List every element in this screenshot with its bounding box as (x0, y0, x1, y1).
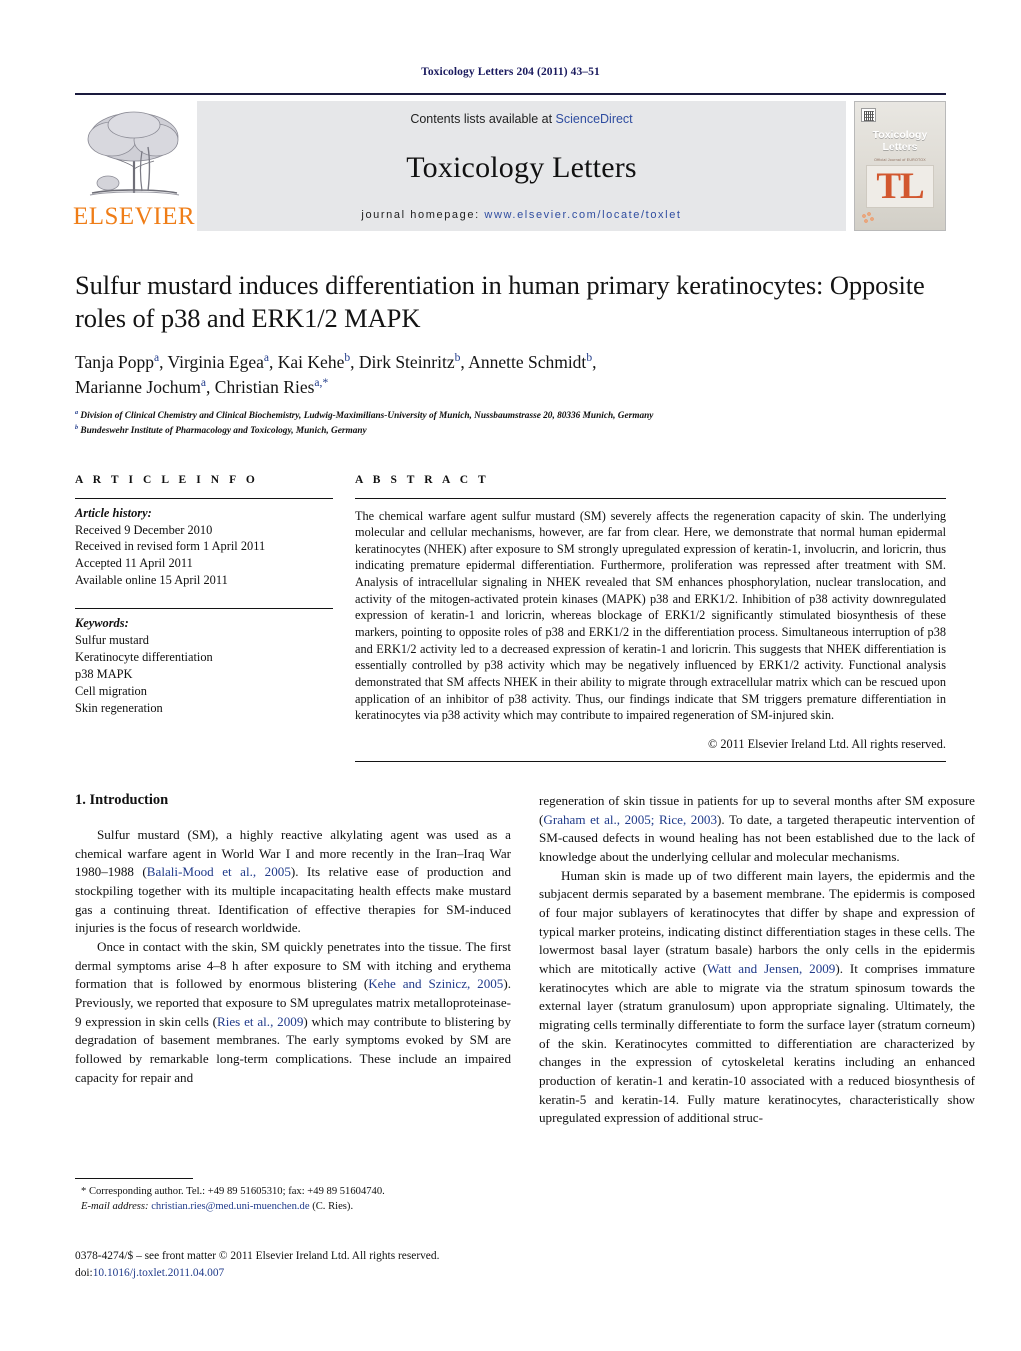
keyword-item: Cell migration (75, 684, 147, 699)
section-heading-introduction: 1. Introduction (75, 792, 169, 809)
elsevier-tree-icon (87, 111, 180, 196)
cover-logo-box: TL (866, 165, 934, 208)
body-column-left: 1. Introduction Sulfur mustard (SM), a h… (75, 792, 511, 1128)
cover-tl-logo: TL (876, 166, 924, 208)
affiliation-marker: b (454, 351, 461, 364)
journal-band: Contents lists available at ScienceDirec… (197, 101, 846, 231)
article-info-column: A R T I C L E I N F O Article history: R… (75, 474, 333, 763)
footnote-divider (75, 1178, 193, 1179)
abstract-text: The chemical warfare agent sulfur mustar… (355, 508, 946, 723)
keyword-item: p38 MAPK (75, 667, 133, 682)
citation-link[interactable]: Kehe and Szinicz, 2005 (368, 976, 503, 991)
footnotes: * Corresponding author. Tel.: +49 89 516… (75, 1178, 511, 1214)
info-abstract-section: A R T I C L E I N F O Article history: R… (75, 474, 946, 763)
keyword-item: Sulfur mustard (75, 633, 149, 648)
cover-footer-ornament (861, 212, 939, 224)
keyword-item: Skin regeneration (75, 701, 163, 716)
masthead: ELSEVIER Contents lists available at Sci… (72, 93, 946, 233)
author-line-2: Marianne Jochuma, Christian Riesa,* (75, 376, 329, 397)
journal-cover-thumbnail: Toxicology Letters Official Journal of E… (854, 101, 946, 231)
affiliation-marker: b (344, 351, 351, 364)
keywords-label: Keywords: (75, 616, 129, 631)
corresponding-author-note: * Corresponding author. Tel.: +49 89 516… (81, 1186, 385, 1197)
text-run: ). It comprises immature keratinocytes w… (539, 960, 975, 1126)
author-line-1: Tanja Poppa, Virginia Egeaa, Kai Keheb, … (75, 351, 597, 372)
elsevier-logo: ELSEVIER (72, 101, 196, 231)
issn-line: 0378-4274/$ – see front matter © 2011 El… (75, 1250, 440, 1262)
homepage-url-link[interactable]: www.elsevier.com/locate/toxlet (484, 209, 681, 221)
article-info-heading: A R T I C L E I N F O (75, 473, 259, 486)
email-link[interactable]: christian.ries@med.uni-muenchen.de (151, 1201, 309, 1212)
divider (355, 761, 946, 763)
text-run: Human skin is made up of two different m… (539, 867, 975, 976)
affiliation-b: b Bundeswehr Institute of Pharmacology a… (75, 424, 946, 439)
title-block: Sulfur mustard induces differentiation i… (75, 269, 946, 440)
citation-link[interactable]: Balali-Mood et al., 2005 (147, 864, 291, 879)
cover-title: Toxicology Letters (873, 129, 928, 154)
elsevier-wordmark: ELSEVIER (72, 203, 196, 230)
sciencedirect-link[interactable]: ScienceDirect (556, 112, 633, 126)
running-head: Toxicology Letters 204 (2011) 43–51 (421, 66, 600, 78)
affiliation-marker: b (75, 425, 79, 432)
affiliation-a: a Division of Clinical Chemistry and Cli… (75, 409, 946, 424)
abstract-copyright: © 2011 Elsevier Ireland Ltd. All rights … (707, 737, 946, 752)
affiliation-marker: a (263, 351, 270, 364)
paragraph: Sulfur mustard (SM), a highly reactive a… (75, 826, 511, 938)
homepage-prefix: journal homepage: (361, 209, 485, 221)
page-title: Sulfur mustard induces differentiation i… (75, 270, 925, 334)
affiliation-marker: b (586, 351, 593, 364)
doi-prefix: doi: (75, 1267, 93, 1280)
cover-title-line1: Toxicology (872, 128, 928, 141)
doi-line: doi:10.1016/j.toxlet.2011.04.007 (75, 1265, 545, 1282)
cover-subtitle: Official Journal of EUROTOX (874, 158, 926, 163)
abstract-column: A B S T R A C T The chemical warfare age… (355, 474, 946, 763)
doi-link[interactable]: 10.1016/j.toxlet.2011.04.007 (93, 1267, 225, 1279)
article-history-label: Article history: (75, 505, 152, 520)
citation-link[interactable]: Watt and Jensen, 2009 (707, 961, 835, 976)
affiliation-marker: a (200, 376, 207, 389)
author-list: Tanja Poppa, Virginia Egeaa, Kai Keheb, … (75, 350, 946, 400)
cover-title-line2: Letters (882, 140, 918, 153)
affiliation-marker: a,* (314, 376, 329, 389)
publisher-mark-icon (861, 108, 876, 122)
paragraph-continued: regeneration of skin tissue in patients … (539, 792, 975, 867)
affiliation-a-text: Division of Clinical Chemistry and Clini… (80, 411, 654, 422)
citation-link[interactable]: Ries et al., 2009 (217, 1014, 303, 1029)
history-revised: Received in revised form 1 April 2011 (75, 539, 266, 554)
affiliation-marker: a (153, 351, 160, 364)
history-accepted: Accepted 11 April 2011 (75, 556, 193, 571)
affiliation-b-text: Bundeswehr Institute of Pharmacology and… (80, 426, 367, 437)
journal-title: Toxicology Letters (406, 150, 637, 184)
contents-prefix: Contents lists available at (410, 112, 556, 126)
keyword-item: Keratinocyte differentiation (75, 650, 213, 665)
email-note: E-mail address: christian.ries@med.uni-m… (75, 1199, 511, 1214)
paragraph: Human skin is made up of two different m… (539, 867, 975, 1128)
affiliation-marker: a (75, 410, 79, 417)
imprint-block: 0378-4274/$ – see front matter © 2011 El… (75, 1248, 545, 1282)
email-suffix: (C. Ries). (309, 1201, 354, 1213)
journal-article-page: Toxicology Letters 204 (2011) 43–51 ELSE… (0, 0, 1021, 1351)
journal-homepage-line: journal homepage: www.elsevier.com/locat… (361, 209, 681, 221)
history-online: Available online 15 April 2011 (75, 573, 228, 588)
history-received: Received 9 December 2010 (75, 522, 213, 537)
affiliation-list: a Division of Clinical Chemistry and Cli… (75, 409, 946, 439)
keywords-group: Keywords: Sulfur mustard Keratinocyte di… (75, 609, 333, 717)
article-history-group: Article history: Received 9 December 201… (75, 499, 333, 590)
body-column-right: regeneration of skin tissue in patients … (539, 792, 975, 1128)
email-label: E-mail address: (81, 1201, 149, 1213)
body-columns: 1. Introduction Sulfur mustard (SM), a h… (75, 792, 975, 1128)
flower-icon (861, 212, 875, 224)
citation-link[interactable]: Graham et al., 2005; Rice, 2003 (543, 812, 717, 827)
paragraph: Once in contact with the skin, SM quickl… (75, 938, 511, 1087)
abstract-heading: A B S T R A C T (355, 473, 490, 486)
contents-available-line: Contents lists available at ScienceDirec… (410, 112, 632, 126)
